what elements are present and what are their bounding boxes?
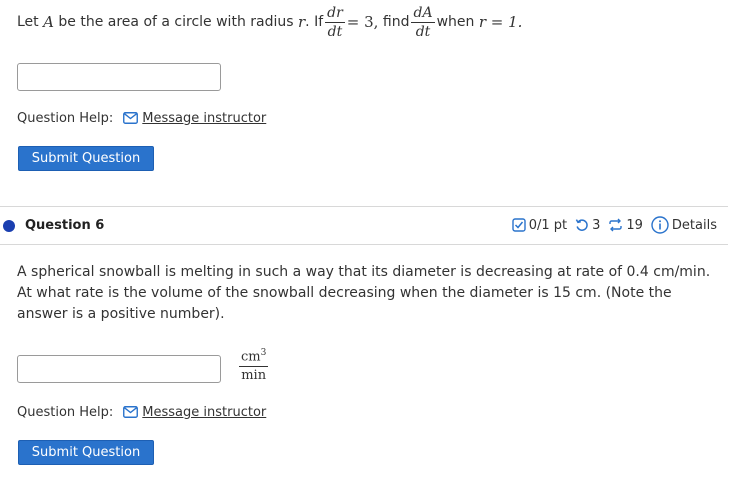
q6-unit-num-text: cm [241,349,261,365]
q5-help-label: Question Help: [17,110,114,126]
q6-submit-button[interactable]: Submit Question [18,440,154,465]
q5-text-prefix: Let [17,14,39,30]
mail-icon [123,112,139,124]
q6-retries-text: 3 [592,217,601,233]
retry-icon [575,219,588,231]
q6-retries: 3 [575,218,600,233]
q5-var-a: A [43,13,54,31]
q5-fraction-da-dt: dA dt [411,4,435,40]
q5-text-mid: be the area of a circle with radius [58,14,294,30]
q6-attempts-text: 19 [626,217,643,233]
q6-unit-num: cm3 [239,345,269,368]
q5-condition: r = 1. [478,13,523,31]
q6-score: 0/1 pt [511,217,568,233]
q6-message-instructor-link[interactable]: Message instructor [142,405,266,420]
info-icon [651,216,669,234]
q5-submit-button[interactable]: Submit Question [18,146,154,171]
q6-unit-exp: 3 [260,348,267,358]
checkbox-icon [511,218,526,232]
q5-fraction-dr-dt: dr dt [325,5,345,40]
status-dot-icon [3,220,15,232]
q5-text-if: . If [305,14,324,30]
q6-meta: 0/1 pt 3 19 Details [504,216,717,234]
q5-equals-value: = 3, [346,13,379,31]
q6-attempts: 19 [608,218,643,233]
q6-units: cm3 min [237,345,270,384]
q6-header-divider [0,244,728,245]
attempts-icon [609,218,623,232]
q6-question-body: A spherical snowball is melting in such … [17,264,711,322]
mail-icon [123,406,139,418]
q5-frac1-num: dr [325,4,345,23]
q5-text-when: when [436,14,475,30]
q5-text-find: find [382,14,410,30]
q5-frac2-num: dA [411,4,435,23]
q6-details-toggle[interactable]: Details [651,216,717,234]
q6-help-label: Question Help: [17,404,114,420]
q6-units-fraction: cm3 min [239,345,269,384]
q6-answer-input[interactable] [17,355,221,383]
q6-title: Question 6 [25,218,105,233]
q5-answer-input[interactable] [17,63,221,91]
q6-details-label: Details [671,217,717,233]
q5-frac1-den: dt [327,23,343,40]
q5-frac2-den: dt [415,23,431,40]
q6-unit-den: min [241,368,267,384]
q6-top-divider [0,206,728,207]
q5-question-help: Question Help: Message instructor [17,109,266,127]
q6-question-help: Question Help: Message instructor [17,403,266,421]
q5-message-instructor-link[interactable]: Message instructor [142,111,266,126]
q5-prompt: Let A be the area of a circle with radiu… [17,2,522,42]
q5-var-r: r [298,13,306,31]
q6-score-text: 0/1 pt [528,217,568,233]
